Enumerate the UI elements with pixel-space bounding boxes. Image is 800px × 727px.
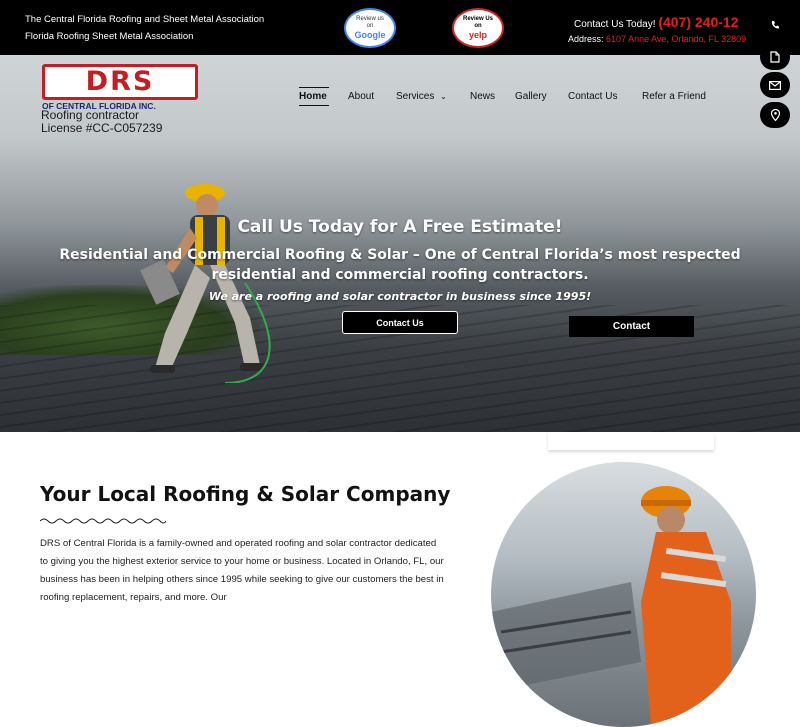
- nav-active-indicator-top: [299, 87, 329, 88]
- intro-paragraph: DRS of Central Florida is a family-owned…: [40, 538, 444, 603]
- logo-wordmark: DRS: [85, 66, 155, 97]
- section-title: Your Local Roofing & Solar Company: [40, 482, 451, 506]
- google-badge-top: Review us: [356, 16, 384, 22]
- nav-refer-a-friend[interactable]: Refer a Friend: [642, 91, 706, 102]
- location-button[interactable]: [760, 102, 790, 128]
- envelope-icon: [769, 80, 781, 90]
- google-logo-text: Google: [354, 30, 386, 40]
- nav-contact-us[interactable]: Contact Us: [568, 91, 617, 102]
- hero-subtitle: Residential and Commercial Roofing & Sol…: [59, 247, 741, 283]
- phone-button[interactable]: [760, 12, 790, 38]
- wavy-divider: [40, 518, 166, 524]
- logo-box: DRS: [42, 64, 198, 100]
- hero-tagline: We are a roofing and solar contractor in…: [208, 290, 592, 303]
- nav-active-indicator-bottom: [299, 105, 329, 106]
- document-icon: [770, 51, 780, 63]
- address-line: Address: 6107 Anne Ave, Orlando, FL 3280…: [568, 34, 746, 44]
- nav-news[interactable]: News: [470, 91, 495, 102]
- site-logo[interactable]: DRS OF CENTRAL FLORIDA INC.: [42, 64, 198, 111]
- google-badge-mid: on: [366, 23, 374, 29]
- license-number: License #CC-C057239: [41, 121, 163, 135]
- address-link[interactable]: 6107 Anne Ave, Orlando, FL 32809: [606, 34, 746, 44]
- address-label: Address:: [568, 34, 604, 44]
- google-review-badge[interactable]: Review us on Google: [344, 8, 396, 48]
- roofer-photo: [491, 462, 756, 727]
- contact-today: Contact Us Today! (407) 240-12: [574, 14, 738, 30]
- association-text-2: Florida Roofing Sheet Metal Association: [25, 31, 194, 42]
- location-pin-icon: [770, 109, 780, 121]
- contact-us-button[interactable]: Contact Us: [342, 311, 458, 334]
- yelp-logo-text: yelp: [468, 30, 487, 40]
- yelp-badge-mid: on: [474, 23, 482, 29]
- phone-link[interactable]: (407) 240-12: [658, 14, 738, 30]
- nav-gallery[interactable]: Gallery: [515, 91, 547, 102]
- top-bar: The Central Florida Roofing and Sheet Me…: [0, 0, 800, 55]
- roofer-photo-illustration: [491, 486, 731, 727]
- email-button[interactable]: [760, 72, 790, 98]
- document-button[interactable]: [760, 44, 790, 70]
- hero-title: Call Us Today for A Free Estimate!: [237, 217, 563, 237]
- yelp-review-badge[interactable]: Review Us on yelp: [452, 8, 504, 48]
- association-text-1: The Central Florida Roofing and Sheet Me…: [25, 14, 265, 25]
- contact-button[interactable]: Contact: [569, 316, 694, 337]
- nav-services[interactable]: Services ⌄: [396, 91, 447, 102]
- floating-card: [548, 432, 714, 450]
- roofing-contractor-label: Roofing contractor: [41, 108, 140, 122]
- phone-icon: [771, 21, 779, 29]
- nav-about[interactable]: About: [348, 91, 374, 102]
- nav-services-label: Services: [396, 91, 435, 102]
- yelp-badge-top: Review Us: [462, 16, 493, 22]
- contact-label: Contact Us Today!: [574, 19, 656, 30]
- chevron-down-icon: ⌄: [440, 92, 447, 101]
- nav-home[interactable]: Home: [299, 91, 327, 102]
